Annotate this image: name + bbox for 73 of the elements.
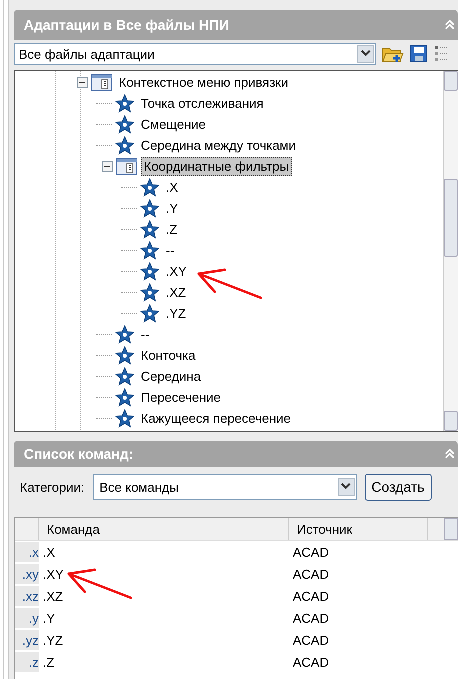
star-icon — [140, 198, 160, 218]
table-cell-text: .X — [42, 544, 56, 560]
column-header[interactable]: Источник — [289, 518, 428, 540]
table-cell-text: .Z — [42, 654, 56, 670]
tree-item[interactable]: Смещение — [138, 115, 210, 134]
tree-item[interactable]: Кажущееся пересечение — [138, 409, 294, 428]
dropdown-button[interactable] — [357, 45, 374, 63]
tree-item[interactable]: Середина между точками — [138, 136, 300, 155]
tree-item[interactable]: Середина — [138, 367, 204, 386]
star-icon — [140, 262, 160, 282]
star-icon — [115, 388, 135, 408]
menu-icon — [91, 74, 113, 92]
star-icon — [140, 220, 160, 240]
table-cell-text: ACAD — [292, 632, 330, 648]
tree-item[interactable]: -- — [138, 325, 153, 344]
command-icon: .yz — [15, 630, 39, 650]
caret-icon — [341, 483, 352, 491]
save-icon[interactable] — [410, 45, 428, 63]
star-icon — [140, 304, 160, 324]
star-icon — [140, 240, 160, 260]
tree-item[interactable]: Конточка — [138, 346, 199, 365]
star-icon — [140, 282, 160, 302]
star-icon — [115, 366, 135, 386]
table-cell-text: ACAD — [292, 654, 330, 670]
panel-title: Адаптации в Все файлы НПИ — [24, 17, 230, 33]
table-cell-text: ACAD — [292, 610, 330, 626]
star-icon — [115, 94, 135, 114]
tree-item[interactable]: Точка отслеживания — [138, 94, 267, 113]
command-icon: .y — [15, 608, 39, 628]
table-cell-text: ACAD — [292, 544, 330, 560]
caret-icon — [360, 50, 370, 58]
collapse-toggle-icon[interactable] — [77, 77, 88, 88]
selector-value: Все команды — [98, 480, 180, 494]
column-header[interactable]: Команда — [39, 518, 289, 540]
category-label: Категории: — [20, 480, 85, 494]
tree-item[interactable]: Координатные фильтры — [141, 157, 292, 176]
star-icon — [140, 178, 160, 198]
command-icon: .xz — [15, 586, 39, 606]
tree-item[interactable]: .Z — [163, 220, 181, 239]
star-icon — [115, 136, 135, 156]
tree-item[interactable]: Контекстное меню привязки — [116, 73, 292, 92]
table-cell-text: .XY — [42, 566, 65, 582]
star-icon — [115, 408, 135, 428]
table-cell-text: .Y — [42, 610, 56, 626]
list-icon[interactable] — [434, 44, 448, 64]
tree-item[interactable]: .YZ — [163, 304, 190, 323]
tree-item[interactable]: -- — [163, 241, 178, 260]
collapse-icon — [444, 19, 456, 31]
tree-item[interactable]: .XY — [163, 262, 190, 281]
collapse-icon — [444, 448, 456, 460]
file-selector[interactable]: Все файлы адаптации — [14, 43, 376, 65]
tree-item[interactable]: .Y — [163, 199, 182, 218]
panel-title: Список команд: — [24, 446, 134, 462]
selector-value: Все файлы адаптации — [18, 46, 156, 62]
category-selector[interactable]: Все команды — [92, 474, 357, 500]
star-icon — [115, 114, 135, 134]
menu-icon — [116, 158, 138, 176]
tree-item[interactable]: .XZ — [163, 283, 190, 302]
table-cell-text: .YZ — [42, 632, 64, 648]
command-icon: .z — [15, 652, 39, 672]
command-icon: .xy — [15, 564, 39, 584]
star-icon — [115, 324, 135, 344]
table-cell-text: ACAD — [292, 566, 330, 582]
tree-item[interactable]: .X — [163, 178, 182, 197]
table-cell-text: ACAD — [292, 588, 330, 604]
star-icon — [115, 346, 135, 366]
table-cell-text: .XZ — [42, 588, 64, 604]
scrollbar[interactable] — [443, 71, 458, 431]
create-button[interactable]: Создать — [364, 474, 432, 500]
tree-item[interactable]: Пересечение — [138, 388, 224, 407]
dropdown-button[interactable] — [338, 478, 355, 496]
command-icon: .x — [15, 542, 39, 562]
collapse-toggle-icon[interactable] — [102, 161, 113, 172]
